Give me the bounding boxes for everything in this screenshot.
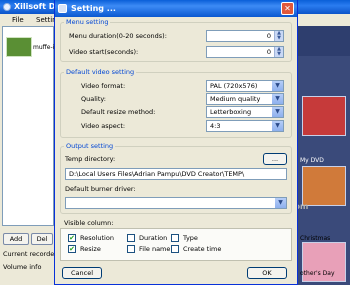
resize-checkbox[interactable]: ✔ xyxy=(68,245,76,253)
close-icon[interactable]: ✕ xyxy=(281,2,294,15)
menu-setting-group: Menu setting Menu duration(0-20 seconds)… xyxy=(60,18,292,62)
video-format-label: Video format: xyxy=(81,82,126,90)
duration-checkbox[interactable] xyxy=(127,234,135,242)
create-time-label: Create time xyxy=(183,245,222,253)
ok-button[interactable]: OK xyxy=(247,267,287,279)
file-name-checkbox[interactable] xyxy=(127,245,135,253)
menu-setting-title: Menu setting xyxy=(64,18,111,26)
file-list-panel[interactable]: muffe-io xyxy=(2,26,58,226)
template-tile-my-dvd[interactable] xyxy=(302,96,346,136)
resize-method-select[interactable]: Letterboxing ▼ xyxy=(206,106,284,118)
create-time-checkbox[interactable] xyxy=(171,245,179,253)
menu-duration-input[interactable]: 0 ▲ ▼ xyxy=(206,30,284,42)
chevron-down-icon[interactable]: ▼ xyxy=(272,121,283,131)
setting-dialog: Setting ... ✕ Menu setting Menu duration… xyxy=(54,0,298,285)
burner-driver-select[interactable]: ▼ xyxy=(65,197,287,209)
chevron-down-icon[interactable]: ▼ xyxy=(272,94,283,104)
resize-method-label: Default resize method: xyxy=(81,108,156,116)
cancel-button[interactable]: Cancel xyxy=(62,267,102,279)
spin-icon[interactable]: ▲ ▼ xyxy=(274,47,283,57)
quality-select[interactable]: Medium quality ▼ xyxy=(206,93,284,105)
video-aspect-select[interactable]: 4:3 ▼ xyxy=(206,120,284,132)
chevron-down-icon[interactable]: ▼ xyxy=(272,81,283,91)
duration-label: Duration xyxy=(139,234,168,242)
volume-info-label: Volume info xyxy=(3,263,42,271)
template-preview xyxy=(298,26,350,56)
menu-duration-label: Menu duration(0-20 seconds): xyxy=(69,32,167,40)
video-thumbnail[interactable] xyxy=(6,37,32,57)
video-setting-title: Default video setting xyxy=(64,68,137,76)
dialog-title: Setting ... xyxy=(71,4,116,13)
spin-icon[interactable]: ▲ ▼ xyxy=(274,31,283,41)
delete-button[interactable]: Del xyxy=(31,233,53,245)
type-checkbox[interactable] xyxy=(171,234,179,242)
menu-template-panel: My DVD Christmas other's Day xyxy=(298,26,350,285)
template-tile-label-3: other's Day xyxy=(300,270,335,277)
dialog-titlebar[interactable]: Setting ... ✕ xyxy=(55,0,297,17)
video-start-input[interactable]: 0 ▲ ▼ xyxy=(206,46,284,58)
output-setting-group: Output setting Temp directory: ... D:\Lo… xyxy=(60,142,292,214)
temp-directory-label: Temp directory: xyxy=(65,155,116,163)
menu-file[interactable]: File xyxy=(12,16,24,24)
chevron-down-icon[interactable]: ▼ xyxy=(272,107,283,117)
video-format-select[interactable]: PAL (720x576) ▼ xyxy=(206,80,284,92)
resolution-label: Resolution xyxy=(80,234,114,242)
file-name-label: File name xyxy=(139,245,171,253)
current-recorder-label: Current recorder xyxy=(3,250,57,258)
quality-label: Quality: xyxy=(81,95,106,103)
dialog-app-icon xyxy=(58,4,67,13)
type-label: Type xyxy=(183,234,198,242)
output-setting-title: Output setting xyxy=(64,142,116,150)
browse-button[interactable]: ... xyxy=(263,153,287,165)
template-tile-label-1: My DVD xyxy=(300,157,324,164)
template-tile-christmas[interactable] xyxy=(302,166,346,206)
resize-label: Resize xyxy=(80,245,101,253)
video-start-label: Video start(seconds): xyxy=(69,48,139,56)
visible-column-box: ✔ Resolution Duration Type ✔ Resize File… xyxy=(60,228,292,261)
chevron-down-icon[interactable]: ▼ xyxy=(275,198,286,208)
app-menubar: File Settin xyxy=(0,14,60,26)
video-aspect-label: Video aspect: xyxy=(81,122,126,130)
resolution-checkbox[interactable]: ✔ xyxy=(68,234,76,242)
temp-directory-input[interactable]: D:\Local Users Files\Adrian Pampu\DVD Cr… xyxy=(65,168,287,180)
app-icon xyxy=(3,3,11,11)
burner-driver-label: Default burner driver: xyxy=(65,185,136,193)
video-setting-group: Default video setting Video format: PAL … xyxy=(60,68,292,138)
visible-column-label: Visible column: xyxy=(64,219,114,227)
add-button[interactable]: Add xyxy=(3,233,29,245)
template-tile-label-2: Christmas xyxy=(300,235,331,242)
